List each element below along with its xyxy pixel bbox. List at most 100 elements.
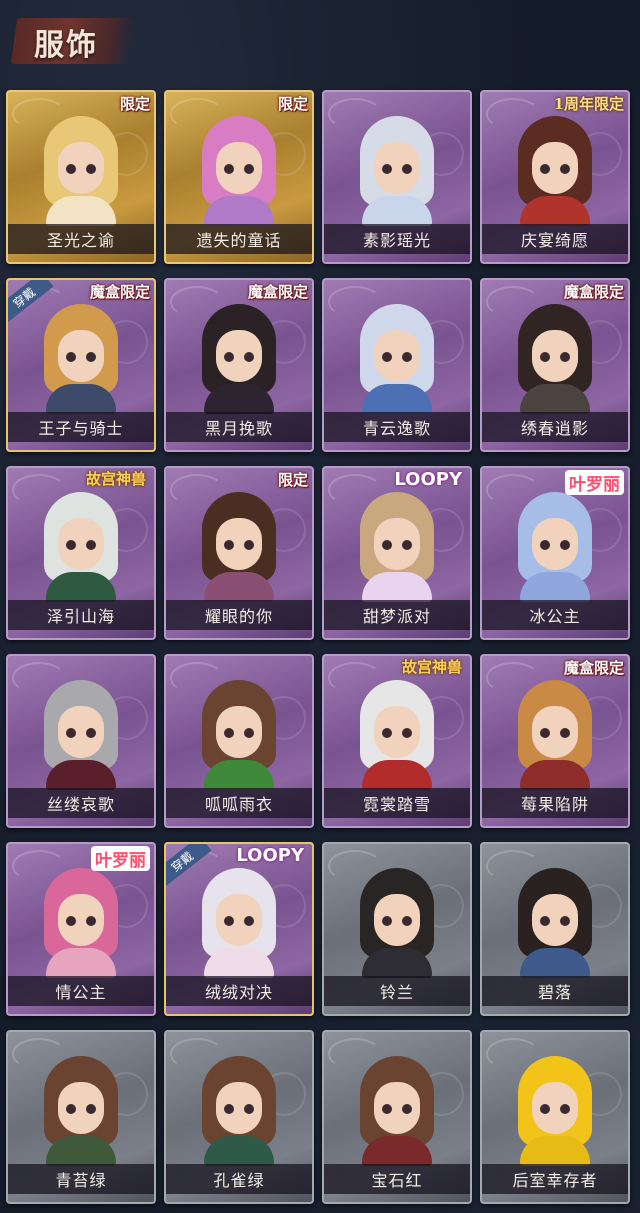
character-portrait [36,1054,126,1166]
portrait-eye [244,352,254,362]
portrait-outfit [46,1136,116,1166]
portrait-face [374,330,420,382]
portrait-eye [560,728,570,738]
portrait-eye [244,164,254,174]
portrait-eye [86,1104,96,1114]
portrait-face [58,330,104,382]
limited-tag: 魔盒限定 [247,283,308,301]
character-portrait [510,866,600,978]
portrait-outfit [46,196,116,226]
outfit-name: 霓裳踏雪 [362,795,431,814]
outfit-card[interactable]: 叶罗丽 情公主 [6,842,156,1016]
character-portrait [352,1054,442,1166]
outfit-card[interactable]: 限定耀眼的你 [164,466,314,640]
portrait-eye [402,164,412,174]
portrait-outfit [362,384,432,414]
outfit-name: 冰公主 [529,607,581,626]
limited-tag: LOOPY [236,845,304,866]
portrait-eye [244,728,254,738]
outfit-card[interactable]: 青苔绿 [6,1030,156,1204]
portrait-eye [66,916,76,926]
portrait-outfit [204,572,274,602]
portrait-outfit [520,384,590,414]
name-bar: 霓裳踏雪 [324,788,470,818]
portrait-outfit [204,760,274,790]
portrait-eye [224,164,234,174]
character-portrait [194,302,284,414]
outfit-name: 圣光之谕 [46,231,115,250]
limited-tag: 1周年限定 [553,95,624,113]
outfit-card[interactable]: 呱呱雨衣 [164,654,314,828]
page-title: 服饰 [34,28,98,63]
portrait-eye [244,1104,254,1114]
portrait-outfit [46,384,116,414]
portrait-outfit [362,760,432,790]
limited-tag: 限定 [277,95,308,113]
outfit-card[interactable]: LOOPY 甜梦派对 [322,466,472,640]
character-portrait [194,490,284,602]
portrait-outfit [204,948,274,978]
outfit-card[interactable]: 限定 遗失的童话 [164,90,314,264]
outfit-name: 庆宴绮愿 [520,231,589,250]
portrait-face [58,894,104,946]
limited-tag: 叶罗丽 [565,470,624,495]
name-bar: 泽引山海 [8,600,154,630]
portrait-eye [66,352,76,362]
outfit-card[interactable]: 故宫神兽 泽引山海 [6,466,156,640]
outfit-card[interactable]: 后室幸存者 [480,1030,630,1204]
portrait-face [532,894,578,946]
character-portrait [510,490,600,602]
portrait-face [216,894,262,946]
name-bar: 莓果陷阱 [482,788,628,818]
outfit-card[interactable]: 碧落 [480,842,630,1016]
name-bar: 圣光之谕 [8,224,154,254]
outfit-name: 莓果陷阱 [520,795,589,814]
limited-tag: 限定 [277,471,308,489]
character-portrait [510,1054,600,1166]
name-bar: 绒绒对决 [166,976,312,1006]
portrait-face [216,330,262,382]
outfit-name: 耀眼的你 [204,607,273,626]
outfit-card[interactable]: 1周年限定庆宴绮愿 [480,90,630,264]
character-portrait [510,302,600,414]
portrait-eye [540,540,550,550]
portrait-eye [224,916,234,926]
outfit-card[interactable]: 叶罗丽冰公主 [480,466,630,640]
outfit-card[interactable]: 青云逸歌 [322,278,472,452]
portrait-face [374,142,420,194]
outfit-card[interactable]: 魔盒限定 穿戴 王子与骑士 [6,278,156,452]
character-portrait [194,866,284,978]
outfit-card[interactable]: 故宫神兽 霓裳踏雪 [322,654,472,828]
name-bar: 黑月挽歌 [166,412,312,442]
portrait-face [216,1082,262,1134]
portrait-outfit [362,948,432,978]
outfit-card[interactable]: 素影瑶光 [322,90,472,264]
outfit-card[interactable]: 铃兰 [322,842,472,1016]
portrait-eye [86,540,96,550]
portrait-eye [402,1104,412,1114]
name-bar: 情公主 [8,976,154,1006]
portrait-outfit [362,1136,432,1166]
portrait-face [532,330,578,382]
portrait-face [58,518,104,570]
outfit-card[interactable]: 孔雀绿 [164,1030,314,1204]
portrait-eye [540,352,550,362]
name-bar: 绣春逍影 [482,412,628,442]
portrait-outfit [204,1136,274,1166]
outfit-name: 绒绒对决 [204,983,273,1002]
portrait-outfit [46,760,116,790]
outfit-name: 后室幸存者 [512,1171,598,1190]
outfit-card[interactable]: 限定 圣光之谕 [6,90,156,264]
outfit-name: 呱呱雨衣 [204,795,273,814]
portrait-face [58,706,104,758]
name-bar: 呱呱雨衣 [166,788,312,818]
outfit-card[interactable]: 宝石红 [322,1030,472,1204]
portrait-face [532,518,578,570]
outfit-card[interactable]: 丝缕哀歌 [6,654,156,828]
name-bar: 素影瑶光 [324,224,470,254]
outfit-card[interactable]: 魔盒限定黑月挽歌 [164,278,314,452]
outfit-card[interactable]: LOOPY 穿戴 绒绒对决 [164,842,314,1016]
outfit-card[interactable]: 魔盒限定 莓果陷阱 [480,654,630,828]
outfit-card[interactable]: 魔盒限定 绣春逍影 [480,278,630,452]
portrait-face [532,706,578,758]
